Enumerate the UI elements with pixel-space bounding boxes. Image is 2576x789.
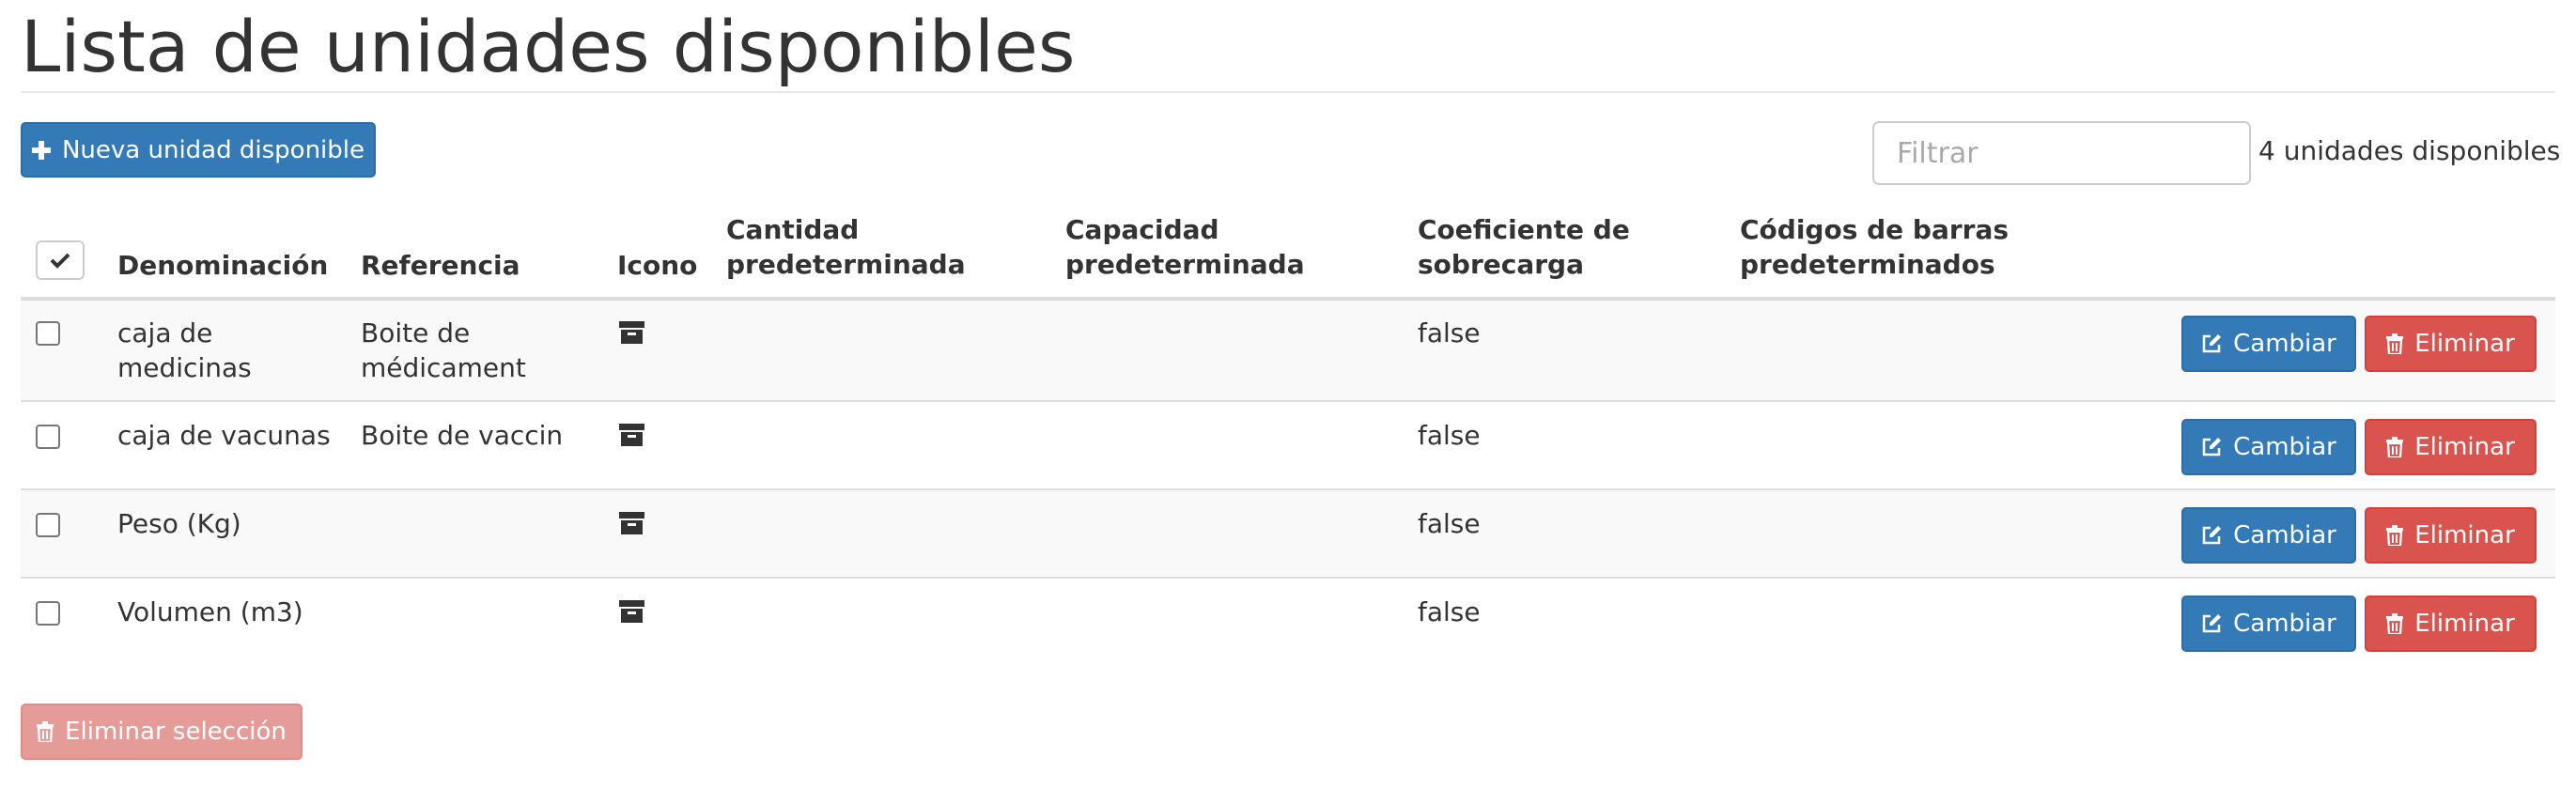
table-row: Volumen (m3) false Cambiar Eliminar [21,579,2555,667]
unit-reference: Boite de médicament [361,317,526,383]
title-divider [21,91,2555,93]
delete-button[interactable]: Eliminar [2365,316,2537,372]
page-title: Lista de unidades disponibles [21,5,1076,88]
edit-button[interactable]: Cambiar [2181,507,2356,564]
table-row: Peso (Kg) false Cambiar Eliminar [21,490,2555,579]
unit-reference: Boite de vaccin [361,420,564,451]
edit-button[interactable]: Cambiar [2181,419,2356,475]
delete-button[interactable]: Eliminar [2365,419,2537,475]
delete-button[interactable]: Eliminar [2365,596,2537,652]
unit-name: caja de medicinas [117,317,252,383]
table-row: caja de medicinas Boite de médicament fa… [21,301,2555,402]
column-header-name[interactable]: Denominación [117,248,328,283]
page: Lista de unidades disponibles Nueva unid… [0,0,2576,789]
edit-icon [2202,438,2222,456]
trash-icon [2386,613,2404,634]
archive-icon [619,512,644,534]
column-header-icon[interactable]: Icono [617,248,697,283]
archive-icon [619,600,644,623]
archive-icon [619,424,644,446]
delete-selection-button[interactable]: Eliminar selección [21,704,303,760]
check-icon [50,253,70,269]
unit-name: caja de vacunas [117,420,331,451]
row-checkbox[interactable] [36,513,60,537]
edit-icon [2202,614,2222,633]
edit-button[interactable]: Cambiar [2181,596,2356,652]
overload-value: false [1418,420,1481,451]
overload-value: false [1418,596,1481,627]
new-unit-button-label: Nueva unidad disponible [61,135,365,164]
filter-input[interactable] [1872,121,2251,185]
column-header-default-quantity[interactable]: Cantidad predeterminada [726,212,966,282]
unit-name: Volumen (m3) [117,596,303,627]
overload-value: false [1418,508,1481,539]
delete-button[interactable]: Eliminar [2365,507,2537,564]
edit-icon [2202,334,2222,353]
column-header-barcodes[interactable]: Códigos de barras predeterminados [1740,212,2009,282]
row-checkbox[interactable] [36,321,60,346]
trash-icon [2386,525,2404,546]
trash-icon [2386,437,2404,457]
row-checkbox[interactable] [36,601,60,626]
table-row: caja de vacunas Boite de vaccin false Ca… [21,402,2555,490]
units-count: 4 unidades disponibles [2258,135,2561,166]
column-header-default-capacity[interactable]: Capacidad predeterminada [1065,212,1305,282]
column-header-overload[interactable]: Coeficiente de sobrecarga [1418,212,1630,282]
edit-button[interactable]: Cambiar [2181,316,2356,372]
select-all-button[interactable] [36,240,85,280]
trash-icon [2386,333,2404,354]
archive-icon [619,321,644,344]
column-header-reference[interactable]: Referencia [361,248,520,283]
plus-icon [31,140,51,160]
row-checkbox[interactable] [36,425,60,449]
new-unit-button[interactable]: Nueva unidad disponible [21,122,376,178]
overload-value: false [1418,317,1481,348]
edit-icon [2202,526,2222,545]
trash-icon [37,721,54,742]
unit-name: Peso (Kg) [117,508,241,539]
